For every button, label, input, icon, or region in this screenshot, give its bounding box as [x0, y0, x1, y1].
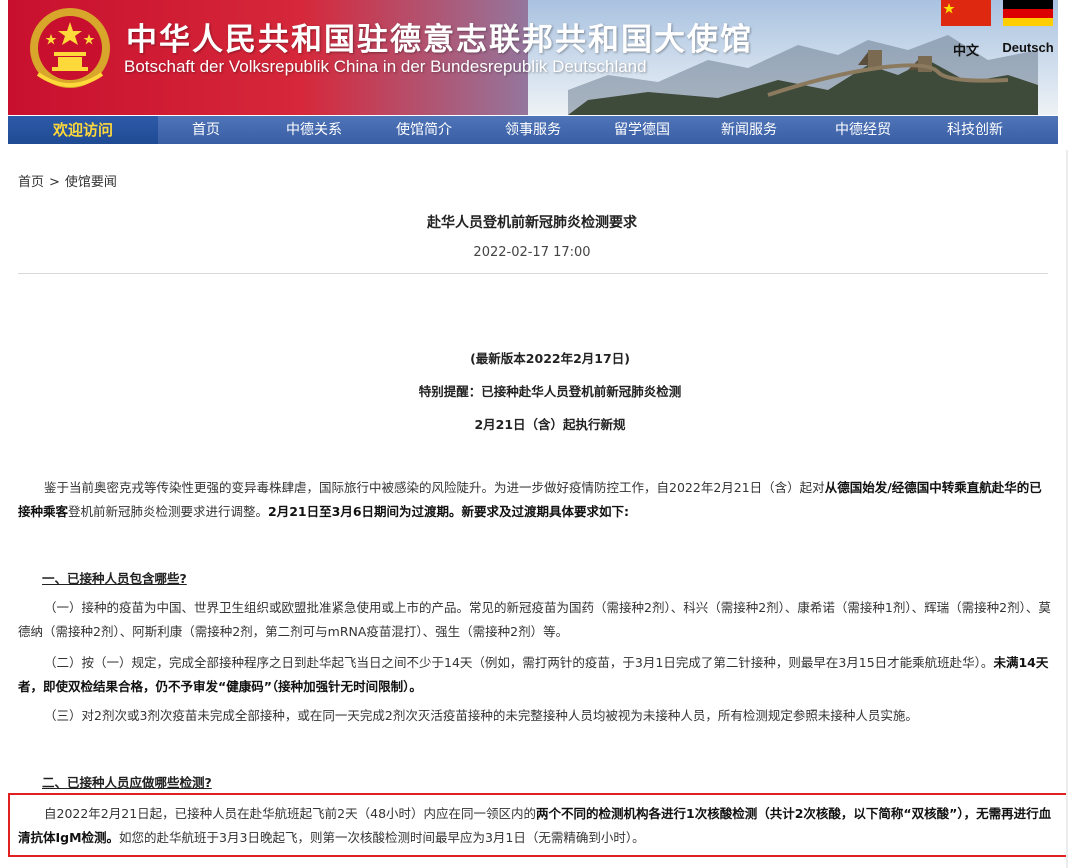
intro-text-2: 登机前新冠肺炎检测要求进行调整。: [68, 504, 269, 519]
nav-item-study-in-germany[interactable]: 留学德国: [592, 116, 692, 144]
language-german-label: Deutsch: [1002, 40, 1054, 55]
intro-paragraph: 鉴于当前奥密克戎等传染性更强的变异毒株肆虐，国际旅行中被感染的风险陡升。为进一步…: [18, 476, 1052, 524]
germany-flag-icon: [1003, 0, 1053, 26]
nav-item-economy-trade[interactable]: 中德经贸: [806, 116, 920, 144]
section-2-heading: 二、已接种人员应做哪些检测?: [42, 775, 212, 790]
page-edge: [1066, 150, 1068, 868]
special-reminder: 特别提醒：已接种赴华人员登机前新冠肺炎检测: [418, 384, 682, 399]
intro-text-1: 鉴于当前奥密克戎等传染性更强的变异毒株肆虐，国际旅行中被感染的风险陡升。为进一步…: [44, 480, 825, 495]
national-emblem-icon: [30, 8, 110, 88]
article-title: 赴华人员登机前新冠肺炎检测要求: [427, 215, 637, 231]
intro-bold-2: 2月21日至3月6日期间为过渡期。新要求及过渡期具体要求如下:: [268, 504, 630, 519]
main-navigation: 欢迎访问 首页 中德关系 使馆简介 领事服务 留学德国 新闻服务 中德经贸 科技…: [8, 116, 1058, 144]
site-banner: 中华人民共和国驻德意志联邦共和国大使馆 Botschaft der Volksr…: [8, 0, 1058, 115]
china-flag-icon: [941, 0, 991, 26]
breadcrumb-current-link[interactable]: 使馆要闻: [65, 175, 117, 190]
language-chinese-label: 中文: [952, 43, 979, 58]
nav-item-embassy-intro[interactable]: 使馆简介: [374, 116, 474, 144]
title-divider: [18, 273, 1048, 274]
breadcrumb-home-link[interactable]: 首页: [18, 175, 44, 190]
embassy-title-chinese: 中华人民共和国驻德意志联邦共和国大使馆: [126, 22, 753, 58]
nav-item-consular-services[interactable]: 领事服务: [474, 116, 592, 144]
article-date: 2022-02-17 17:00: [473, 245, 591, 260]
breadcrumb-separator: >: [49, 175, 60, 190]
section-1-heading: 一、已接种人员包含哪些?: [42, 571, 187, 586]
s1-p2-text: （二）按（一）规定，完成全部接种程序之日到赴华起飞当日之间不少于14天（例如，需…: [44, 655, 994, 670]
s2-p1-text: 自2022年2月21日起，已接种人员在赴华航班起飞前2天（48小时）内应在同一领…: [44, 806, 537, 821]
nav-item-science-innovation[interactable]: 科技创新: [920, 116, 1030, 144]
section-1-paragraph-1: （一）接种的疫苗为中国、世界卫生组织或欧盟批准紧急使用或上市的产品。常见的新冠疫…: [18, 600, 1051, 639]
breadcrumb: 首页 > 使馆要闻: [18, 171, 117, 190]
nav-item-welcome[interactable]: 欢迎访问: [8, 116, 158, 144]
nav-item-news-services[interactable]: 新闻服务: [692, 116, 806, 144]
section-1-paragraph-3: （三）对2剂次或3剂次疫苗未完成全部接种，或在同一天完成2剂次灭活疫苗接种的未完…: [44, 708, 918, 723]
effective-date-note: 2月21日（含）起执行新规: [474, 417, 626, 432]
section-2-paragraph-1: 自2022年2月21日起，已接种人员在赴华航班起飞前2天（48小时）内应在同一领…: [18, 802, 1052, 850]
section-1-paragraph-2: （二）按（一）规定，完成全部接种程序之日到赴华起飞当日之间不少于14天（例如，需…: [18, 651, 1052, 699]
language-german-link[interactable]: Deutsch: [998, 0, 1058, 55]
version-note: (最新版本2022年2月17日): [470, 351, 630, 366]
embassy-title-german: Botschaft der Volksrepublik China in der…: [124, 57, 647, 76]
nav-item-sino-german-relations[interactable]: 中德关系: [254, 116, 374, 144]
s2-p1-tail: 如您的赴华航班于3月3日晚起飞，则第一次核酸检测时间最早应为3月1日（无需精确到…: [119, 830, 645, 845]
language-chinese-link[interactable]: 中文: [936, 0, 996, 59]
nav-item-home[interactable]: 首页: [158, 116, 254, 144]
